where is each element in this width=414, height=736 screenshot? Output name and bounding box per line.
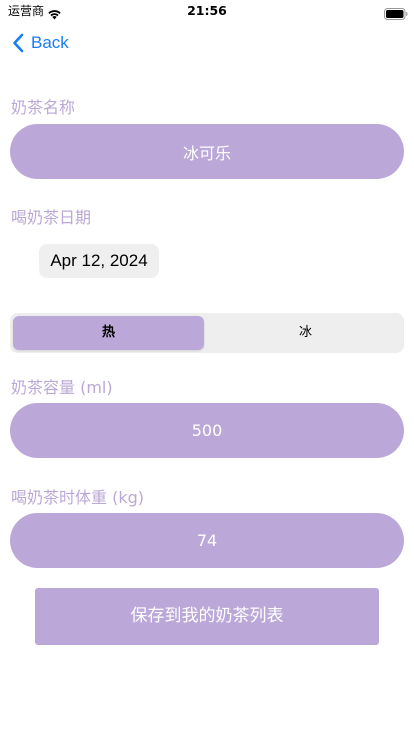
volume-label: 奶茶容量 (ml)	[11, 378, 113, 397]
battery-icon	[384, 5, 408, 20]
back-button[interactable]: Back	[12, 31, 69, 55]
save-button[interactable]: 保存到我的奶茶列表	[35, 588, 379, 645]
volume-field[interactable]	[10, 403, 404, 458]
name-label: 奶茶名称	[11, 98, 76, 117]
name-field[interactable]	[10, 124, 404, 179]
weight-field[interactable]	[10, 513, 404, 568]
clock: 21:56	[187, 3, 227, 18]
weight-label: 喝奶茶时体重 (kg)	[11, 488, 144, 507]
segment-hot[interactable]: 热	[13, 316, 204, 350]
temperature-segmented-control: 热 冰	[10, 313, 404, 353]
status-bar: 运营商 21:56	[0, 0, 414, 22]
chevron-left-icon	[12, 33, 24, 53]
segment-ice[interactable]: 冰	[210, 316, 401, 350]
back-label: Back	[31, 33, 69, 52]
date-label: 喝奶茶日期	[11, 208, 92, 227]
date-picker[interactable]: Apr 12, 2024	[39, 244, 159, 278]
